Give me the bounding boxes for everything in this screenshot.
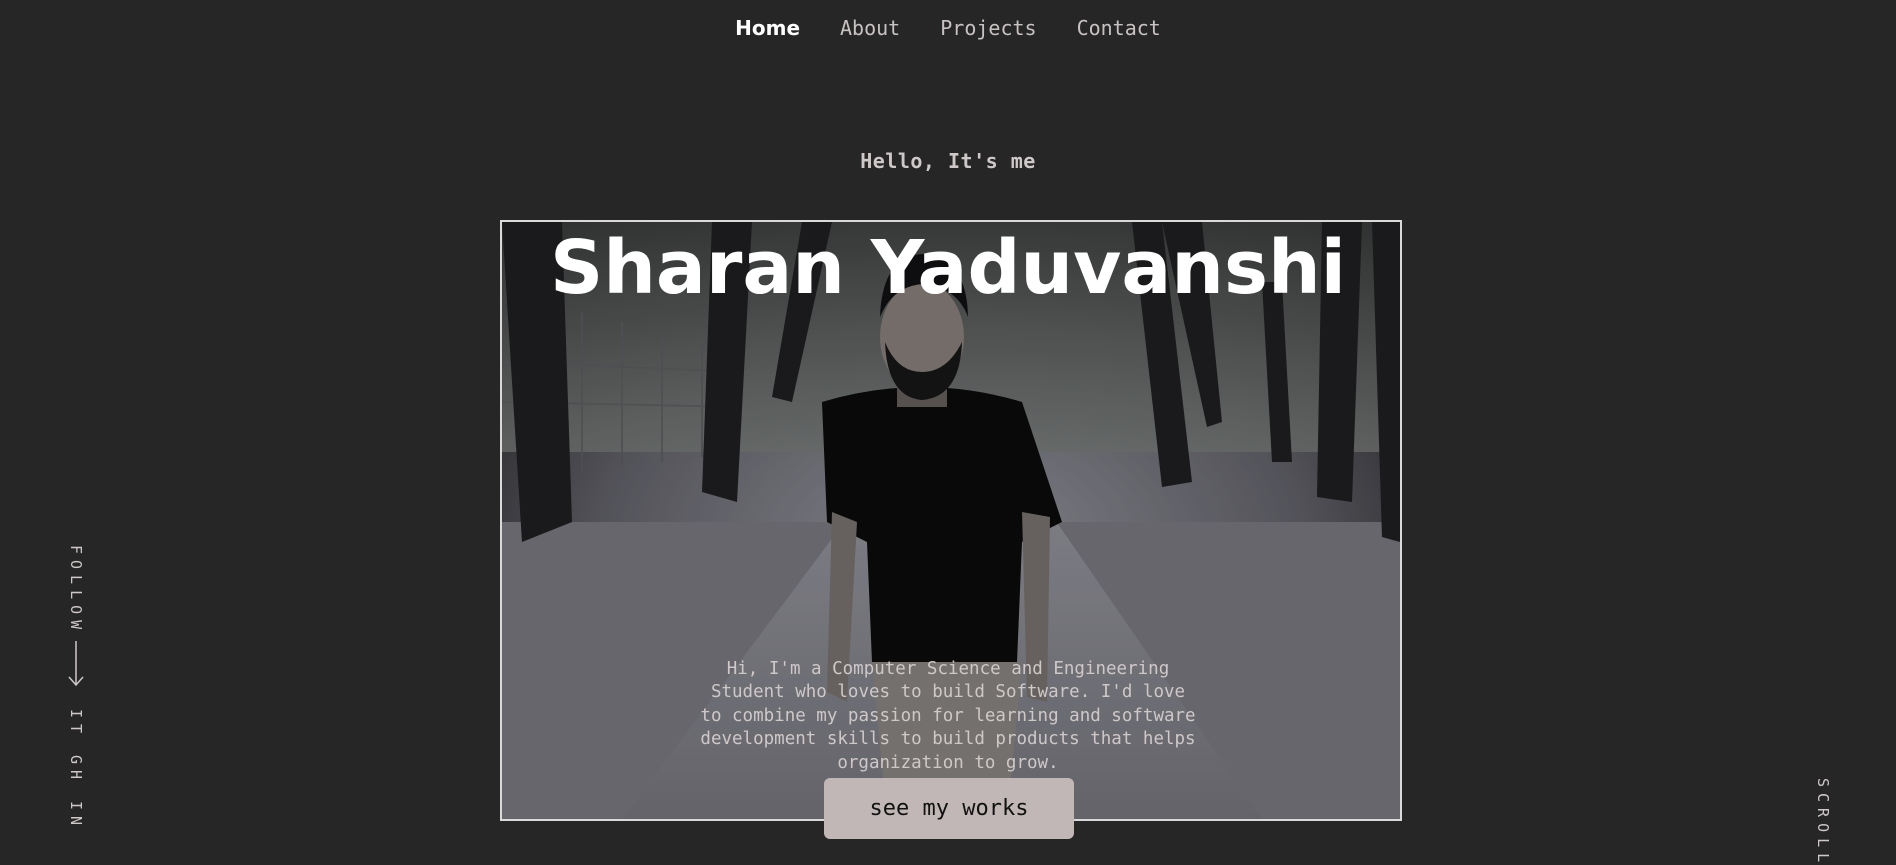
arrow-down-icon [68,641,84,691]
nav-projects-link[interactable]: Projects [940,14,1036,42]
nav-contact-link[interactable]: Contact [1077,14,1161,42]
nav-home-link[interactable]: Home [735,14,800,42]
follow-label: FOLLOW [67,545,85,636]
hero-name-title: Sharan Yaduvanshi [549,224,1347,311]
page: Home About Projects Contact Hello, It's … [0,0,1896,865]
social-link-linkedin[interactable]: IN [67,801,85,831]
social-link-it[interactable]: IT [67,709,85,739]
follow-sidebar: FOLLOW IT GH IN [64,545,88,839]
nav-about-link[interactable]: About [840,14,900,42]
hero-bio: Hi, I'm a Computer Science and Engineeri… [700,658,1196,773]
see-my-works-button[interactable]: see my works [824,778,1074,839]
social-link-github[interactable]: GH [67,755,85,785]
scroll-indicator: SCROLL [1814,778,1832,865]
hero-greeting: Hello, It's me [860,149,1036,173]
top-nav: Home About Projects Contact [0,14,1896,42]
